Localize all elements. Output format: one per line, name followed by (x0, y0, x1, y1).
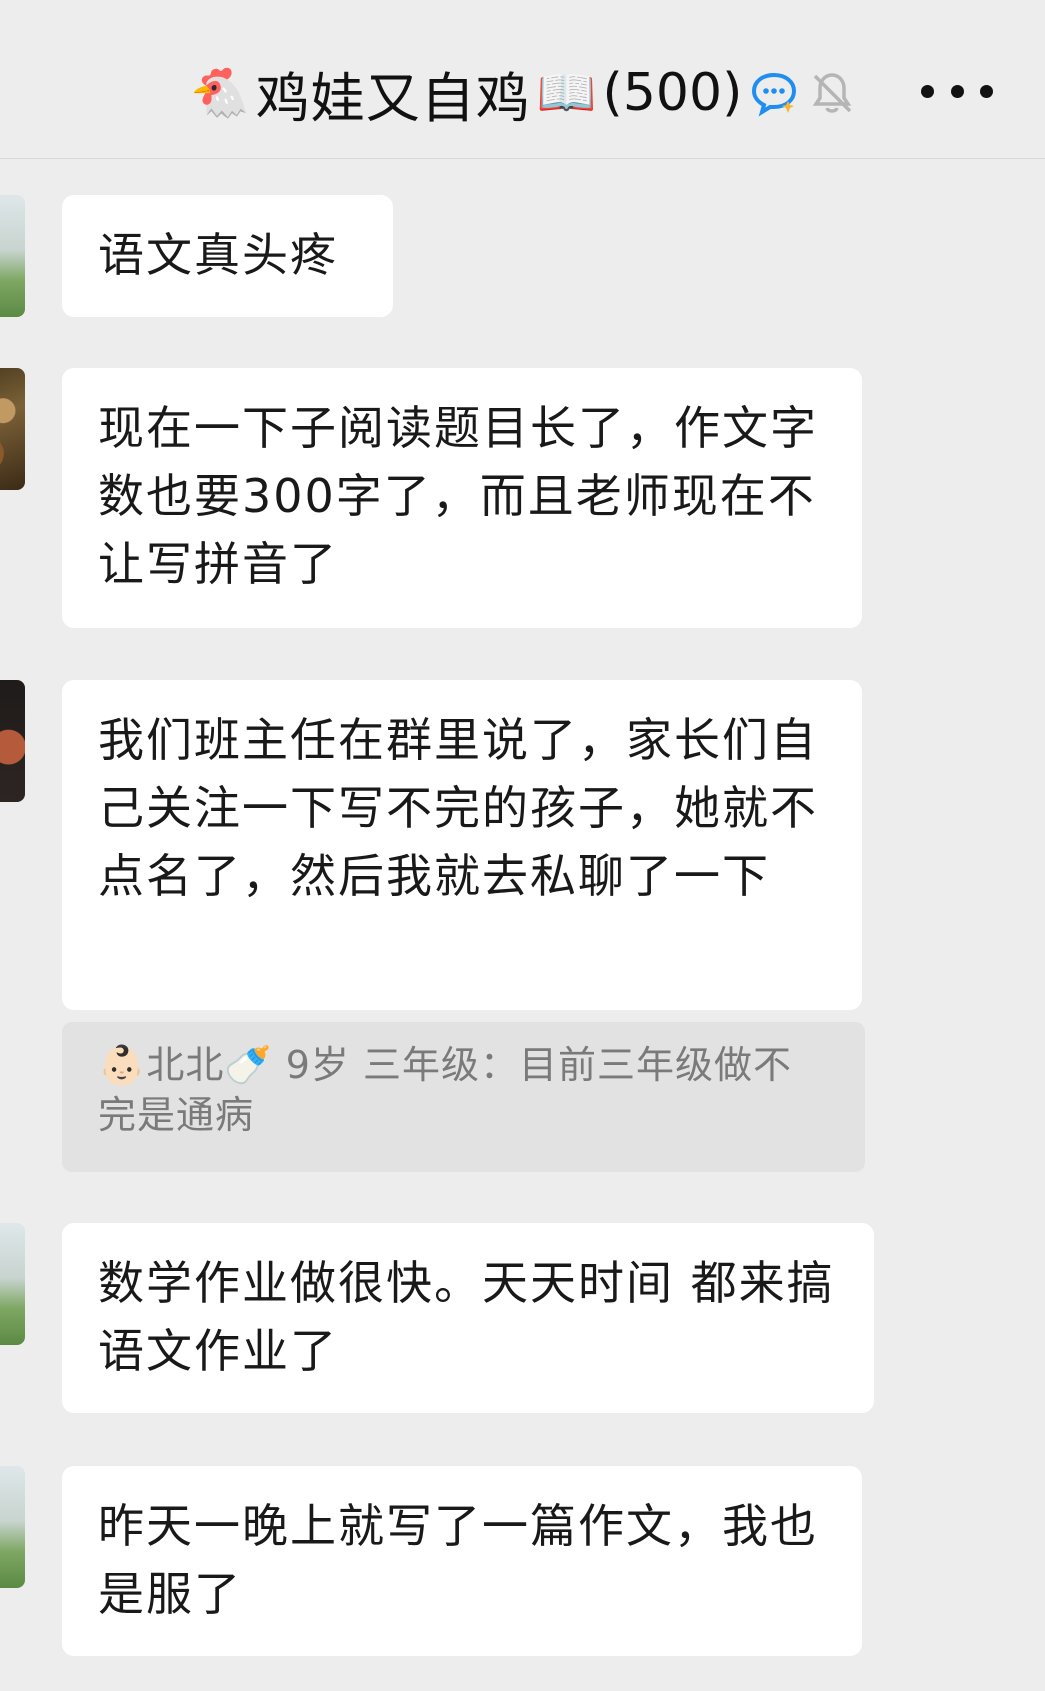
group-name: 鸡娃又自鸡 (255, 66, 531, 130)
more-dot (950, 84, 964, 98)
sender-avatar[interactable] (0, 368, 25, 490)
more-dots-icon (921, 84, 934, 98)
message-bubble[interactable]: 数学作业做很快。天天时间 都来搞语文作业了 (62, 1223, 874, 1413)
book-emoji: 📖 (536, 65, 597, 121)
member-count: (500) (602, 63, 743, 123)
chat-bubble-icon[interactable] (748, 67, 800, 119)
baby-emoji: 👶🏻 (98, 1043, 147, 1087)
chicken-emoji: 🐔 (190, 65, 250, 121)
sender-avatar[interactable] (0, 195, 25, 317)
message-bubble[interactable]: 昨天一晚上就写了一篇作文，我也是服了 (62, 1466, 862, 1656)
quote-sender-name: 北北 (146, 1043, 225, 1087)
message-bubble[interactable]: 语文真头疼 (62, 195, 393, 317)
chat-title[interactable]: 🐔 鸡娃又自鸡 📖 (500) (190, 58, 858, 130)
bell-muted-icon[interactable] (806, 67, 858, 119)
more-dot (980, 84, 993, 98)
chat-header: 🐔 鸡娃又自鸡 📖 (500) (0, 0, 1045, 159)
sender-avatar[interactable] (0, 1223, 25, 1345)
bottle-emoji: 🍼 (224, 1043, 273, 1087)
message-bubble[interactable]: 现在一下子阅读题目长了，作文字数也要300字了，而且老师现在不让写拼音了 (62, 368, 862, 628)
sender-avatar[interactable] (0, 1466, 25, 1588)
more-options-button[interactable] (921, 70, 993, 112)
sender-avatar[interactable] (0, 680, 25, 802)
message-bubble[interactable]: 我们班主任在群里说了，家长们自己关注一下写不完的孩子，她就不点名了，然后我就去私… (62, 680, 862, 1010)
quoted-message[interactable]: 👶🏻北北🍼 9岁 三年级：目前三年级做不完是通病 (62, 1022, 865, 1172)
